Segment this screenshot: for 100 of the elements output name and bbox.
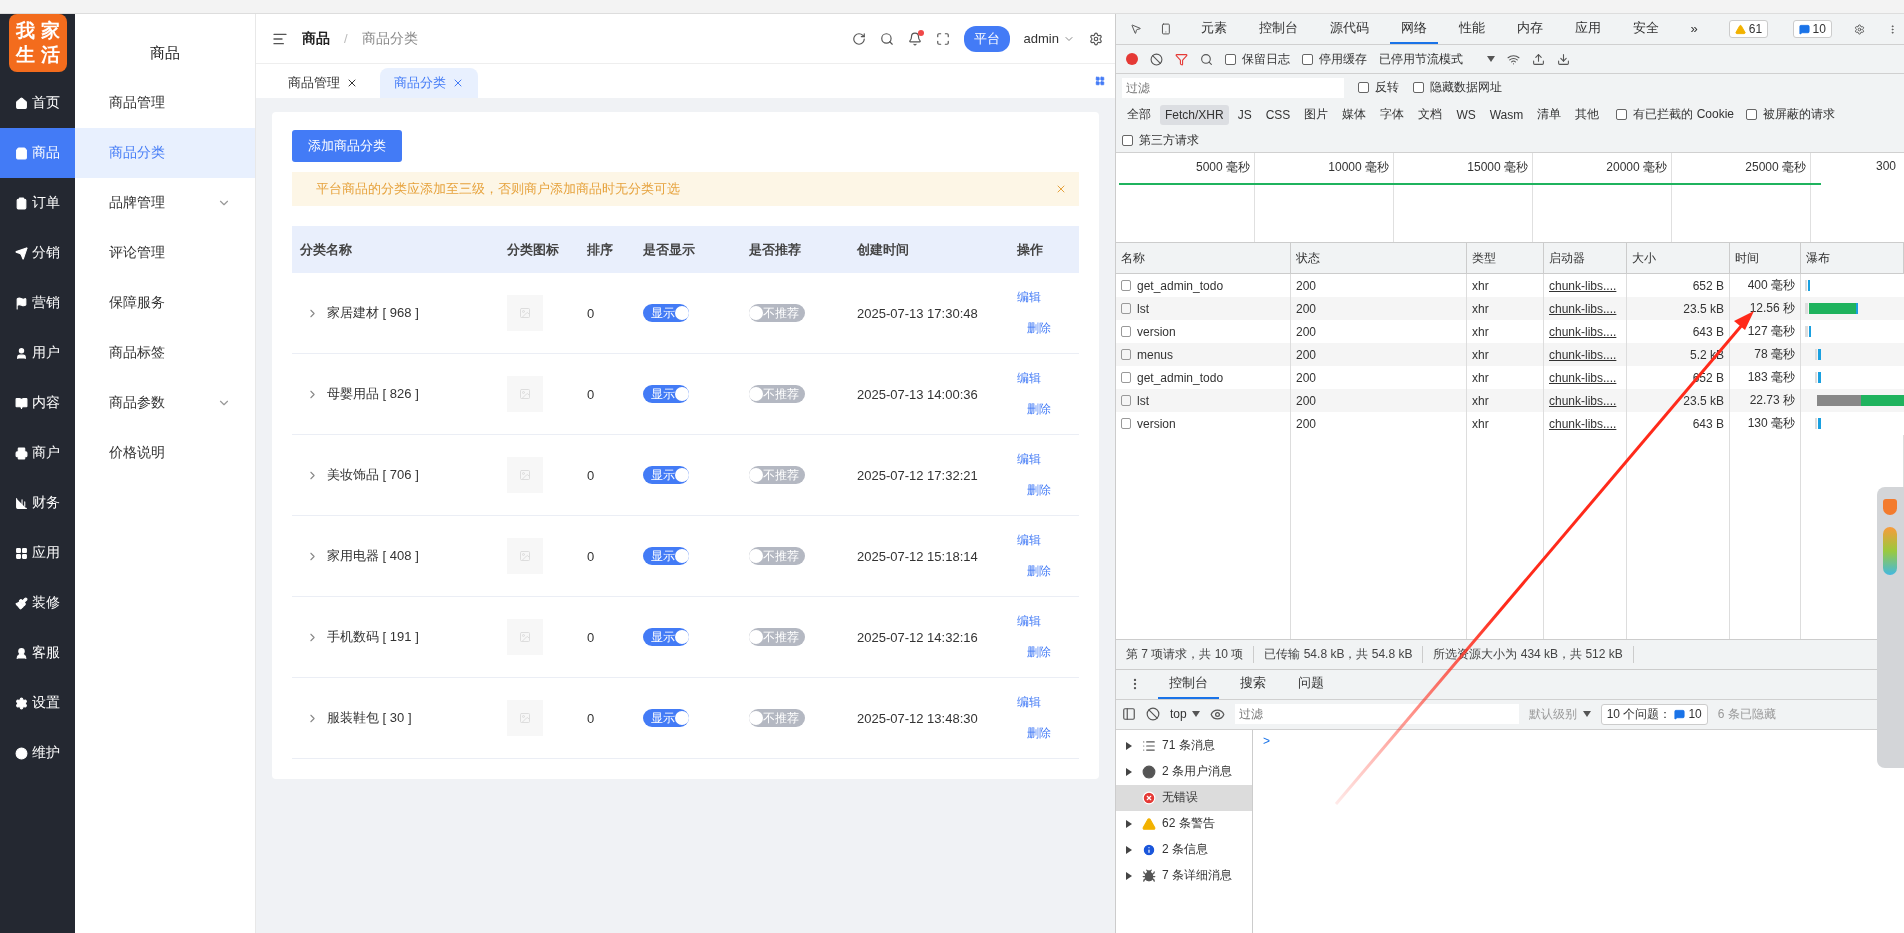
- checkbox-option[interactable]: 反转: [1358, 79, 1399, 96]
- notification-icon[interactable]: [907, 31, 922, 46]
- devtools-tab[interactable]: 性能: [1447, 14, 1496, 44]
- fullscreen-icon[interactable]: [935, 31, 950, 46]
- show-toggle[interactable]: 显示: [643, 628, 689, 646]
- checkbox-option[interactable]: 隐藏数据网址: [1413, 79, 1502, 96]
- expand-triangle-icon[interactable]: [1126, 871, 1132, 880]
- nav-item[interactable]: 内容: [0, 378, 75, 428]
- filter-field[interactable]: 过滤: [1122, 77, 1344, 98]
- column-header[interactable]: 状态: [1291, 243, 1467, 273]
- drawer-tab[interactable]: 控制台: [1158, 669, 1219, 699]
- nav-item[interactable]: 用户: [0, 328, 75, 378]
- show-toggle[interactable]: 显示: [643, 466, 689, 484]
- submenu-item[interactable]: 商品管理: [75, 78, 255, 128]
- column-header[interactable]: 时间: [1730, 243, 1801, 273]
- console-group[interactable]: 71 条消息: [1116, 732, 1252, 759]
- context-select[interactable]: top: [1170, 707, 1200, 721]
- nav-item[interactable]: 分销: [0, 228, 75, 278]
- checkbox-option[interactable]: 被屏蔽的请求: [1746, 106, 1835, 123]
- breadcrumb-item[interactable]: 商品分类: [361, 29, 418, 48]
- page-tab[interactable]: 商品分类: [380, 68, 478, 98]
- show-toggle[interactable]: 显示: [643, 547, 689, 565]
- wifi-icon[interactable]: [1507, 52, 1520, 66]
- console-filter-field[interactable]: 过滤: [1234, 704, 1519, 724]
- action-link[interactable]: 删除: [1027, 563, 1051, 580]
- add-category-button[interactable]: 添加商品分类: [292, 130, 402, 162]
- show-toggle[interactable]: 显示: [643, 709, 689, 727]
- console-group[interactable]: 7 条详细消息: [1116, 862, 1252, 889]
- action-link[interactable]: 删除: [1027, 320, 1051, 337]
- issues-button[interactable]: 10 个问题： 10: [1600, 703, 1708, 725]
- action-link[interactable]: 编辑: [1017, 613, 1041, 630]
- type-filter[interactable]: 图片: [1299, 103, 1334, 126]
- action-link[interactable]: 删除: [1027, 725, 1051, 742]
- caret-down-icon[interactable]: [1582, 711, 1591, 717]
- expand-triangle-icon[interactable]: [1126, 819, 1132, 828]
- submenu-item[interactable]: 保障服务: [75, 278, 255, 328]
- console-group[interactable]: 62 条警告: [1116, 810, 1252, 837]
- settings-icon[interactable]: [1853, 21, 1865, 37]
- throttle-select[interactable]: 已停用节流模式: [1379, 50, 1495, 68]
- close-icon[interactable]: [346, 77, 358, 89]
- type-filter[interactable]: 文档: [1413, 103, 1448, 126]
- action-link[interactable]: 编辑: [1017, 451, 1041, 468]
- nav-item[interactable]: 装修: [0, 578, 75, 628]
- console-group[interactable]: 无错误: [1116, 784, 1252, 811]
- action-link[interactable]: 删除: [1027, 644, 1051, 661]
- nav-item[interactable]: 订单: [0, 178, 75, 228]
- type-filter[interactable]: JS: [1232, 104, 1257, 125]
- submenu-item[interactable]: 品牌管理: [75, 178, 255, 228]
- devtools-tab[interactable]: 安全: [1621, 14, 1670, 44]
- message-count[interactable]: 10: [1792, 20, 1832, 38]
- devtools-tab[interactable]: 控制台: [1247, 14, 1309, 44]
- checkbox-option[interactable]: 停用缓存: [1302, 50, 1367, 68]
- nav-item[interactable]: 应用: [0, 528, 75, 578]
- download-icon[interactable]: [1557, 52, 1570, 66]
- column-header[interactable]: 类型: [1467, 243, 1544, 273]
- nav-item[interactable]: 商品: [0, 128, 75, 178]
- column-header[interactable]: 启动器: [1544, 243, 1627, 273]
- type-filter[interactable]: 清单: [1532, 103, 1567, 126]
- device-icon[interactable]: [1159, 21, 1172, 37]
- devtools-tab[interactable]: 元素: [1189, 14, 1238, 44]
- drawer-tab[interactable]: 问题: [1287, 669, 1335, 699]
- grid-icon[interactable]: [1095, 76, 1105, 86]
- action-link[interactable]: 删除: [1027, 482, 1051, 499]
- column-header[interactable]: 瀑布: [1801, 243, 1904, 273]
- request-name[interactable]: version: [1116, 412, 1291, 435]
- upload-icon[interactable]: [1532, 52, 1545, 66]
- column-header[interactable]: 大小: [1627, 243, 1730, 273]
- eye-icon[interactable]: [1209, 706, 1225, 722]
- devtools-tab[interactable]: 应用: [1563, 14, 1612, 44]
- action-link[interactable]: 编辑: [1017, 370, 1041, 387]
- column-header[interactable]: 名称: [1116, 243, 1291, 273]
- submenu-item[interactable]: 商品分类: [75, 128, 255, 178]
- type-filter[interactable]: 字体: [1375, 103, 1410, 126]
- role-badge[interactable]: 平台: [963, 25, 1010, 52]
- action-link[interactable]: 编辑: [1017, 694, 1041, 711]
- initiator-link[interactable]: chunk-libs....: [1544, 412, 1627, 435]
- type-filter[interactable]: Fetch/XHR: [1160, 104, 1229, 125]
- nav-item[interactable]: 营销: [0, 278, 75, 328]
- nav-item[interactable]: 设置: [0, 678, 75, 728]
- record-icon[interactable]: [1126, 53, 1138, 65]
- type-filter[interactable]: CSS: [1260, 104, 1296, 125]
- devtools-tab[interactable]: 源代码: [1318, 14, 1380, 44]
- clear-icon[interactable]: [1150, 52, 1163, 66]
- submenu-item[interactable]: 价格说明: [75, 428, 255, 478]
- page-tab[interactable]: 商品管理: [274, 68, 372, 98]
- search-icon[interactable]: [879, 31, 894, 46]
- devtools-tab[interactable]: 内存: [1505, 14, 1554, 44]
- filter-icon[interactable]: [1175, 52, 1188, 66]
- search-icon[interactable]: [1200, 52, 1213, 66]
- expand-triangle-icon[interactable]: [1126, 767, 1132, 776]
- drawer-tab[interactable]: 搜索: [1229, 669, 1277, 699]
- type-filter[interactable]: Wasm: [1484, 104, 1529, 125]
- inspect-icon[interactable]: [1130, 21, 1142, 37]
- type-filter[interactable]: 媒体: [1337, 103, 1372, 126]
- console-group[interactable]: 2 条信息: [1116, 836, 1252, 863]
- nav-item[interactable]: 维护: [0, 728, 75, 778]
- checkbox-option[interactable]: 保留日志: [1225, 50, 1290, 68]
- nav-item[interactable]: 首页: [0, 78, 75, 128]
- breadcrumb-item[interactable]: 商品: [302, 29, 330, 48]
- more-tabs[interactable]: »: [1679, 14, 1709, 44]
